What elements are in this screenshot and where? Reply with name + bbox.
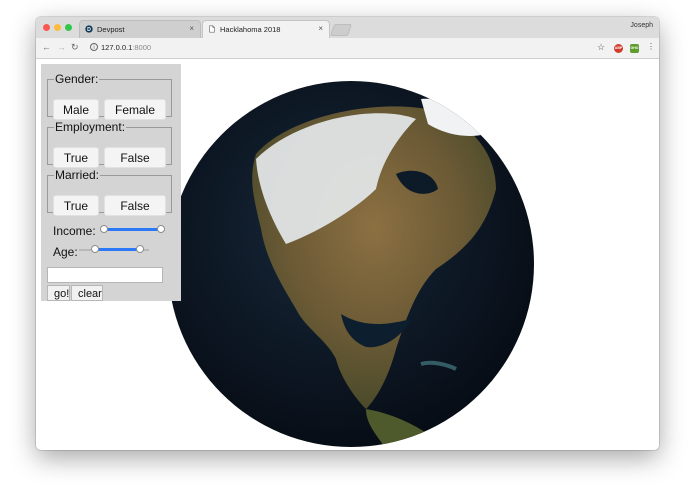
married-false-button[interactable]: False [104, 195, 166, 216]
employment-group: Employment: True False [47, 120, 172, 168]
clear-button[interactable]: clear [71, 285, 103, 301]
filter-panel: Gender: Male Female Employment: True Fal… [41, 64, 181, 301]
browser-toolbar: ← → ↻ i 127.0.0.1:8000 ☆ ABP GHO ⋮ [36, 38, 659, 59]
age-range-slider[interactable] [79, 245, 149, 254]
url-port: :8000 [132, 43, 152, 52]
income-label: Income: [53, 224, 96, 238]
tab-hacklahoma[interactable]: Hacklahoma 2018 × [202, 20, 330, 38]
url-host: 127.0.0.1 [101, 43, 133, 52]
svg-text:D: D [87, 27, 91, 33]
married-true-button[interactable]: True [53, 195, 99, 216]
back-arrow-icon[interactable]: ← [42, 42, 51, 52]
income-range-slider[interactable] [100, 225, 165, 234]
slider-max-handle[interactable] [136, 245, 145, 253]
reload-icon[interactable]: ↻ [71, 42, 79, 52]
query-input[interactable] [47, 267, 163, 283]
tab-devpost[interactable]: D Devpost × [79, 20, 201, 38]
url-text[interactable]: 127.0.0.1:8000 [101, 43, 151, 52]
slider-min-handle[interactable] [91, 245, 100, 253]
window-minimize-button[interactable] [54, 24, 61, 31]
new-tab-button[interactable] [330, 24, 352, 36]
tab-title: Devpost [97, 25, 125, 34]
tab-bar: D Devpost × Hacklahoma 2018 × Joseph [36, 17, 659, 38]
document-icon [209, 25, 215, 33]
married-legend: Married: [55, 168, 100, 182]
slider-fill [104, 228, 161, 231]
slider-max-handle[interactable] [157, 225, 165, 233]
window-maximize-button[interactable] [65, 24, 72, 31]
age-label: Age: [53, 245, 78, 259]
info-icon[interactable]: i [90, 43, 98, 51]
devpost-favicon-icon: D [85, 25, 93, 33]
bookmark-star-icon[interactable]: ☆ [597, 42, 605, 52]
window-close-button[interactable] [43, 24, 50, 31]
earth-globe[interactable] [166, 79, 536, 449]
employment-true-button[interactable]: True [53, 147, 99, 168]
slider-fill [95, 248, 141, 251]
ghostery-extension-icon[interactable]: GHO [630, 44, 639, 53]
employment-legend: Employment: [55, 120, 126, 134]
gender-legend: Gender: [55, 72, 99, 86]
gender-group: Gender: Male Female [47, 72, 172, 120]
slider-min-handle[interactable] [100, 225, 108, 233]
adblock-extension-icon[interactable]: ABP [614, 44, 623, 53]
go-button[interactable]: go! [47, 285, 70, 301]
browser-window: D Devpost × Hacklahoma 2018 × Joseph ← →… [36, 17, 659, 450]
female-button[interactable]: Female [104, 99, 166, 120]
tab-close-icon[interactable]: × [189, 24, 194, 33]
forward-arrow-icon[interactable]: → [57, 42, 66, 52]
address-bar[interactable]: i 127.0.0.1:8000 [88, 41, 608, 55]
male-button[interactable]: Male [53, 99, 99, 120]
married-group: Married: True False [47, 168, 172, 216]
tab-close-icon[interactable]: × [318, 24, 323, 33]
tab-title: Hacklahoma 2018 [220, 25, 281, 34]
page-viewport: Gender: Male Female Employment: True Fal… [36, 59, 659, 450]
menu-dots-icon[interactable]: ⋮ [647, 43, 655, 51]
employment-false-button[interactable]: False [104, 147, 166, 168]
profile-name[interactable]: Joseph [630, 22, 653, 29]
